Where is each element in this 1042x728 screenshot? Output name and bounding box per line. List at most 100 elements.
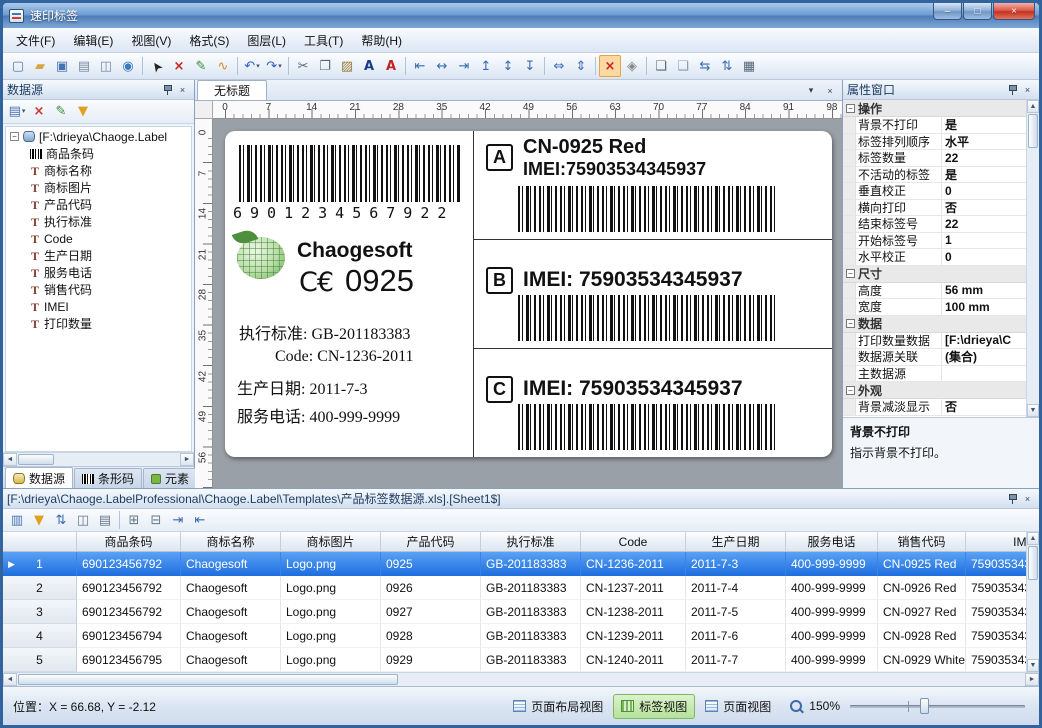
column-header-6[interactable]: 生产日期 [686, 532, 786, 552]
maximize-button[interactable]: □ [963, 3, 992, 20]
label-text-date[interactable]: 生产日期: 2011-7-3 [237, 375, 368, 399]
label-section-C[interactable]: CIMEI: 75903534345937 [474, 349, 832, 457]
select-pointer-icon[interactable]: ➤ [146, 55, 168, 77]
table-cell[interactable]: 75903534345937 [966, 624, 1026, 648]
align-right-icon[interactable]: ⇥ [453, 55, 475, 77]
menu-item-6[interactable]: 帮助(H) [352, 28, 411, 53]
tree-root-node[interactable]: −[F:\drieya\Chaoge.Label [6, 128, 191, 145]
bring-to-front-icon[interactable]: ❏ [650, 55, 672, 77]
menu-item-0[interactable]: 文件(F) [7, 28, 64, 53]
table-cell[interactable]: CN-1239-2011 [581, 624, 686, 648]
label-sheet[interactable]: 6901234567922 Chaogesoft C€ 0925 执行标准: G… [225, 131, 832, 457]
scroll-thumb[interactable] [18, 454, 54, 465]
table-cell[interactable]: 0929 [381, 648, 481, 672]
vertical-spacing-icon[interactable]: ⇅ [716, 55, 738, 77]
scroll-right-icon[interactable]: ► [1025, 673, 1039, 686]
grid-hscrollbar[interactable]: ◄ ► [3, 672, 1039, 686]
table-cell[interactable]: Chaogesoft [181, 600, 281, 624]
indent-icon[interactable]: ⇥ [167, 509, 189, 531]
table-cell[interactable]: 400-999-9999 [786, 600, 878, 624]
document-tab[interactable]: 无标题 [197, 80, 267, 100]
send-to-back-icon[interactable]: ❏ [672, 55, 694, 77]
table-cell[interactable]: 690123456792 [77, 576, 181, 600]
property-row-6[interactable]: 横向打印否 [843, 200, 1026, 217]
table-cell[interactable]: 75903534345937 [966, 576, 1026, 600]
label-text-phone[interactable]: 服务电话: 400-999-9999 [237, 403, 400, 427]
delete-object-icon[interactable]: × [168, 55, 190, 77]
property-row-12[interactable]: 宽度100 mm [843, 299, 1026, 316]
table-cell[interactable]: CN-1236-2011 [581, 552, 686, 576]
collapse-all-icon[interactable]: ⊟ [145, 509, 167, 531]
tree-item-3[interactable]: T产品代码 [6, 196, 191, 213]
label-section-B[interactable]: BIMEI: 75903534345937 [474, 240, 832, 349]
view-button-2[interactable]: 页面视图 [697, 694, 779, 719]
curve-tool-icon[interactable]: ∿ [212, 55, 234, 77]
undo-icon[interactable]: ↶▾ [241, 55, 263, 77]
table-cell[interactable]: CN-1237-2011 [581, 576, 686, 600]
column-header-5[interactable]: Code [581, 532, 686, 552]
tree-item-7[interactable]: T服务电话 [6, 264, 191, 281]
table-cell[interactable]: 2011-7-7 [686, 648, 786, 672]
data-print-icon[interactable]: ▤ [94, 509, 116, 531]
table-cell[interactable]: 75903534345937 [966, 600, 1026, 624]
collapse-icon[interactable]: − [10, 132, 19, 141]
property-section-0[interactable]: −操作 [843, 100, 1026, 117]
print-preview-icon[interactable]: ◫ [95, 55, 117, 77]
property-row-7[interactable]: 结束标签号22 [843, 216, 1026, 233]
align-middle-icon[interactable]: ↕ [497, 55, 519, 77]
datasource-hscrollbar[interactable]: ◄ ► [3, 452, 194, 466]
scroll-up-icon[interactable]: ▲ [1027, 532, 1039, 545]
new-document-icon[interactable]: ▢ [7, 55, 29, 77]
table-cell[interactable]: CN-1238-2011 [581, 600, 686, 624]
pin-icon[interactable] [1005, 83, 1020, 97]
table-cell[interactable]: 0927 [381, 600, 481, 624]
table-cell[interactable]: CN-0927 Red [878, 600, 966, 624]
property-section-17[interactable]: −外观 [843, 382, 1026, 399]
tree-item-1[interactable]: T商标名称 [6, 162, 191, 179]
table-cell[interactable]: 0926 [381, 576, 481, 600]
table-cell[interactable]: CN-0929 White [878, 648, 966, 672]
table-cell[interactable]: 2011-7-4 [686, 576, 786, 600]
column-header-2[interactable]: 商标图片 [281, 532, 381, 552]
slider-thumb[interactable] [920, 698, 929, 714]
group-objects-icon[interactable]: ▦ [738, 55, 760, 77]
table-cell[interactable]: 690123456795 [77, 648, 181, 672]
tree-item-6[interactable]: T生产日期 [6, 247, 191, 264]
table-cell[interactable]: 400-999-9999 [786, 552, 878, 576]
datasource-remove-icon[interactable]: × [28, 101, 50, 123]
print-icon[interactable]: ▤ [73, 55, 95, 77]
brand-logo[interactable] [235, 233, 291, 281]
table-cell[interactable]: GB-201183383 [481, 648, 581, 672]
ce-mark-line[interactable]: C€ 0925 [299, 263, 414, 299]
table-cell[interactable]: Logo.png [281, 648, 381, 672]
paste-icon[interactable]: ▨ [336, 55, 358, 77]
tree-item-9[interactable]: TIMEI [6, 298, 191, 315]
panel-tab-1[interactable]: 条形码 [74, 468, 142, 488]
table-cell[interactable]: 690123456792 [77, 552, 181, 576]
property-row-15[interactable]: 数据源关联(集合) [843, 349, 1026, 366]
data-preview-icon[interactable]: ◫ [72, 509, 94, 531]
format-font-icon[interactable]: A [358, 55, 380, 77]
collapse-icon[interactable]: − [846, 319, 855, 328]
align-center-icon[interactable]: ↔ [431, 55, 453, 77]
table-cell[interactable]: CN-0926 Red [878, 576, 966, 600]
table-row[interactable]: 1▶690123456792ChaogesoftLogo.png0925GB-2… [3, 552, 1026, 576]
align-top-icon[interactable]: ↥ [475, 55, 497, 77]
cut-icon[interactable]: ✂ [292, 55, 314, 77]
brand-name[interactable]: Chaogesoft [297, 239, 413, 263]
menu-item-5[interactable]: 工具(T) [295, 28, 352, 53]
title-bar[interactable]: 速印标签 –□× [3, 3, 1039, 28]
close-button[interactable]: × [993, 3, 1035, 20]
view-button-0[interactable]: 页面布局视图 [505, 694, 611, 719]
table-cell[interactable]: 400-999-9999 [786, 576, 878, 600]
ean-barcode-digits[interactable]: 6901234567922 [233, 204, 454, 222]
tree-item-2[interactable]: T商标图片 [6, 179, 191, 196]
font-color-icon[interactable]: A [380, 55, 402, 77]
table-cell[interactable]: 2011-7-3 [686, 552, 786, 576]
ean-barcode-graphic[interactable] [239, 145, 461, 202]
menu-item-1[interactable]: 编辑(E) [64, 28, 122, 53]
close-panel-icon[interactable]: × [1020, 492, 1035, 506]
properties-vscrollbar[interactable]: ▲ ▼ [1026, 100, 1039, 417]
table-cell[interactable]: 2011-7-6 [686, 624, 786, 648]
scroll-left-icon[interactable]: ◄ [3, 673, 17, 686]
